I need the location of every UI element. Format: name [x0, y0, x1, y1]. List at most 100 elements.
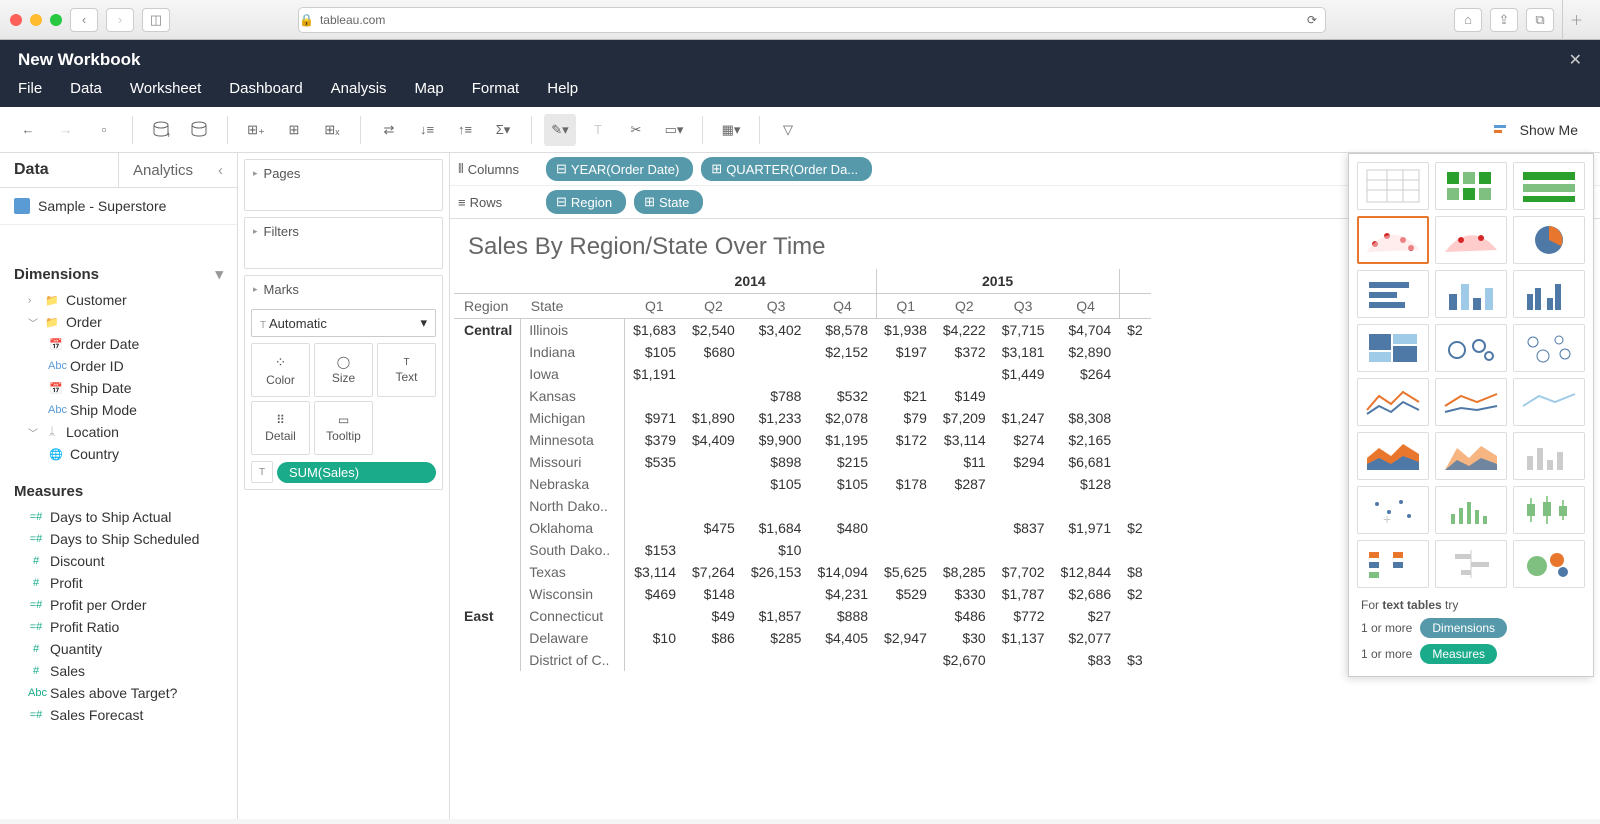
showme-chart-type-8[interactable] — [1513, 270, 1585, 318]
minimize-window-icon[interactable] — [30, 14, 42, 26]
tab-data[interactable]: Data — [0, 153, 118, 187]
tabs-button[interactable]: ⧉ — [1526, 8, 1554, 32]
showme-chart-type-22[interactable] — [1435, 540, 1507, 588]
showme-chart-type-6[interactable] — [1357, 270, 1429, 318]
pill-quarter[interactable]: ⊞QUARTER(Order Da... — [701, 157, 872, 181]
address-bar[interactable]: 🔒 tableau.com ⟳ — [298, 7, 1326, 33]
menu-map[interactable]: Map — [415, 80, 444, 97]
sort-desc-button[interactable]: ↑≡ — [449, 114, 481, 146]
dimension-ship-mode[interactable]: AbcShip Mode — [0, 399, 237, 421]
showme-chart-type-4[interactable] — [1435, 216, 1507, 264]
presentation-button[interactable]: ▽ — [772, 114, 804, 146]
dimension-order-id[interactable]: AbcOrder ID — [0, 355, 237, 377]
dimension-order-date[interactable]: 📅Order Date — [0, 333, 237, 355]
group-button[interactable]: ✂ — [620, 114, 652, 146]
redo-button[interactable]: → — [50, 114, 82, 146]
measure-sales-forecast[interactable]: =#Sales Forecast — [0, 704, 237, 726]
dimension-ship-date[interactable]: 📅Ship Date — [0, 377, 237, 399]
measure-discount[interactable]: #Discount — [0, 550, 237, 572]
menu-data[interactable]: Data — [70, 80, 102, 97]
show-mark-labels-button[interactable]: ▭▾ — [658, 114, 690, 146]
save-button[interactable]: ▫ — [88, 114, 120, 146]
showme-chart-type-10[interactable] — [1435, 324, 1507, 372]
showme-chart-type-12[interactable] — [1357, 378, 1429, 426]
sort-asc-button[interactable]: ↓≡ — [411, 114, 443, 146]
pill-region[interactable]: ⊟Region — [546, 190, 626, 214]
measure-profit[interactable]: #Profit — [0, 572, 237, 594]
showme-chart-type-23[interactable] — [1513, 540, 1585, 588]
pill-state[interactable]: ⊞State — [634, 190, 703, 214]
marks-type-dropdown[interactable]: T Automatic▾ — [251, 309, 436, 337]
new-datasource-button[interactable]: + — [145, 114, 177, 146]
close-window-icon[interactable] — [10, 14, 22, 26]
showme-chart-type-3[interactable] — [1357, 216, 1429, 264]
showme-chart-type-19[interactable] — [1435, 486, 1507, 534]
datasource-item[interactable]: Sample - Superstore — [0, 188, 237, 225]
home-button[interactable]: ⌂ — [1454, 8, 1482, 32]
showme-chart-type-17[interactable] — [1513, 432, 1585, 480]
menu-worksheet[interactable]: Worksheet — [130, 80, 201, 97]
showme-chart-type-14[interactable] — [1513, 378, 1585, 426]
text-button[interactable]: T — [582, 114, 614, 146]
menu-dashboard[interactable]: Dashboard — [229, 80, 302, 97]
marks-color-button[interactable]: ⁘Color — [251, 343, 310, 397]
showme-chart-type-16[interactable] — [1435, 432, 1507, 480]
marks-detail-button[interactable]: ⠿Detail — [251, 401, 310, 455]
duplicate-button[interactable]: ⊞ — [278, 114, 310, 146]
filters-card[interactable]: ▸Filters — [244, 217, 443, 269]
measure-sales-above-target?[interactable]: AbcSales above Target? — [0, 682, 237, 704]
highlight-button[interactable]: ✎▾ — [544, 114, 576, 146]
showme-chart-type-18[interactable]: + — [1357, 486, 1429, 534]
menu-analysis[interactable]: Analysis — [331, 80, 387, 97]
menu-format[interactable]: Format — [472, 80, 520, 97]
dimension-customer[interactable]: ›📁Customer — [0, 289, 237, 311]
showme-chart-type-7[interactable] — [1435, 270, 1507, 318]
fit-button[interactable]: ▦▾ — [715, 114, 747, 146]
showme-chart-type-2[interactable] — [1513, 162, 1585, 210]
pages-card[interactable]: ▸Pages — [244, 159, 443, 211]
new-tab-button[interactable]: ＋ — [1562, 0, 1590, 40]
showme-chart-type-0[interactable] — [1357, 162, 1429, 210]
reload-icon[interactable]: ⟳ — [1307, 13, 1317, 27]
new-worksheet-button[interactable]: ⊞₊ — [240, 114, 272, 146]
totals-button[interactable]: Σ▾ — [487, 114, 519, 146]
measure-profit-per-order[interactable]: =#Profit per Order — [0, 594, 237, 616]
showme-toggle[interactable]: Show Me — [1484, 118, 1588, 142]
showme-chart-type-20[interactable] — [1513, 486, 1585, 534]
menu-help[interactable]: Help — [547, 80, 578, 97]
close-icon[interactable]: ✕ — [1569, 50, 1582, 70]
measure-days-to-ship-scheduled[interactable]: =#Days to Ship Scheduled — [0, 528, 237, 550]
showme-chart-type-11[interactable] — [1513, 324, 1585, 372]
showme-chart-type-9[interactable] — [1357, 324, 1429, 372]
dimension-country[interactable]: 🌐Country — [0, 443, 237, 465]
sidebar-toggle-button[interactable]: ◫ — [142, 8, 170, 32]
back-button[interactable]: ‹ — [70, 8, 98, 32]
marks-text-button[interactable]: TText — [377, 343, 436, 397]
showme-chart-type-5[interactable] — [1513, 216, 1585, 264]
showme-chart-type-13[interactable] — [1435, 378, 1507, 426]
measure-profit-ratio[interactable]: =#Profit Ratio — [0, 616, 237, 638]
forward-button[interactable]: › — [106, 8, 134, 32]
swap-button[interactable]: ⇄ — [373, 114, 405, 146]
measure-sales[interactable]: #Sales — [0, 660, 237, 682]
marks-size-button[interactable]: ◯Size — [314, 343, 373, 397]
num-icon: # — [28, 577, 44, 589]
pause-updates-button[interactable] — [183, 114, 215, 146]
maximize-window-icon[interactable] — [50, 14, 62, 26]
showme-chart-type-15[interactable] — [1357, 432, 1429, 480]
showme-chart-type-21[interactable] — [1357, 540, 1429, 588]
pill-year[interactable]: ⊟YEAR(Order Date) — [546, 157, 693, 181]
measure-quantity[interactable]: #Quantity — [0, 638, 237, 660]
menu-file[interactable]: File — [18, 80, 42, 97]
dimension-order[interactable]: ﹀📁Order — [0, 311, 237, 333]
dimension-location[interactable]: ﹀ᛦLocation — [0, 421, 237, 443]
showme-chart-type-1[interactable] — [1435, 162, 1507, 210]
marks-text-pill[interactable]: SUM(Sales) — [277, 462, 436, 483]
share-button[interactable]: ⇪ — [1490, 8, 1518, 32]
crosstab-table: 20142015RegionStateQ1Q2Q3Q4Q1Q2Q3Q4Centr… — [454, 269, 1151, 671]
marks-tooltip-button[interactable]: ▭Tooltip — [314, 401, 373, 455]
undo-button[interactable]: ← — [12, 114, 44, 146]
tab-analytics[interactable]: Analytics ‹ — [118, 153, 237, 187]
measure-days-to-ship-actual[interactable]: =#Days to Ship Actual — [0, 506, 237, 528]
clear-button[interactable]: ⊞ₓ — [316, 114, 348, 146]
